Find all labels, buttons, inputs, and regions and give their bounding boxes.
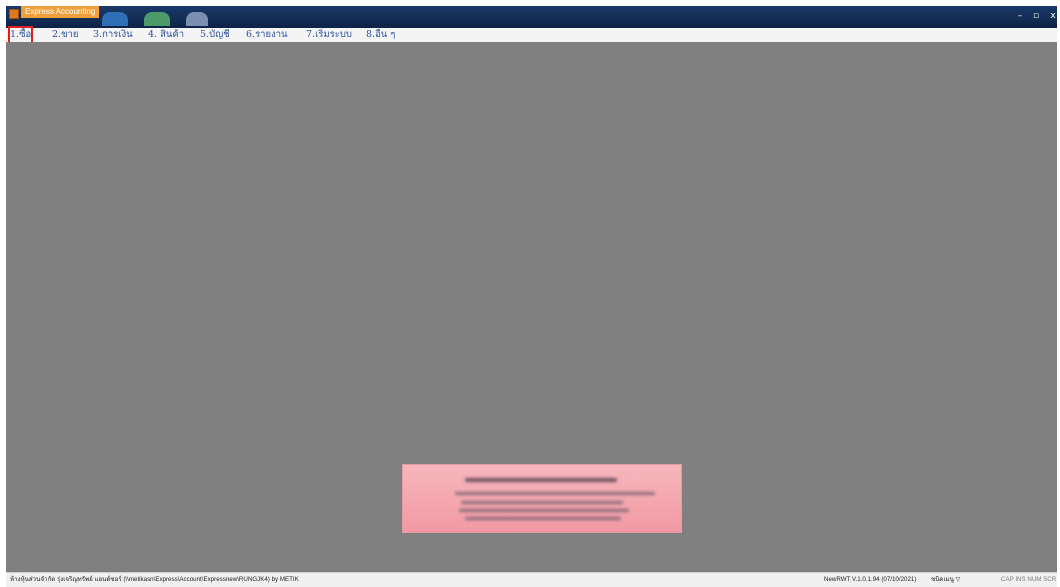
blurred-text-line: [455, 492, 655, 495]
taskbar-blur-2: [144, 12, 170, 26]
status-company: ห้างหุ้นส่วนจำกัด รุ่งเจริญทรัพย์ แอนด์ซ…: [10, 576, 299, 583]
taskbar-blur-1: [102, 12, 128, 26]
menu-item-purchase[interactable]: 1.ซื้อ: [7, 26, 34, 44]
workspace-area: [6, 42, 1057, 572]
status-keys: CAP INS NUM SCR: [1001, 576, 1057, 583]
menu-item-accounts[interactable]: 5.บัญชี: [200, 28, 230, 42]
blurred-text-line: [465, 517, 621, 520]
taskbar-blur-3: [186, 12, 208, 26]
menu-item-finance[interactable]: 3.การเงิน: [93, 28, 133, 42]
menu-item-setup[interactable]: 7.เริ่มระบบ: [306, 28, 352, 42]
menu-item-sales[interactable]: 2.ขาย: [52, 28, 78, 42]
menu-bar: 1.ซื้อ 2.ขาย 3.การเงิน 4. สินค้า 5.บัญชี…: [6, 26, 1057, 44]
menu-item-products[interactable]: 4. สินค้า: [148, 28, 184, 42]
close-button[interactable]: x: [1043, 10, 1060, 22]
status-language[interactable]: ชนิดเมนู ▽: [931, 573, 960, 587]
status-bar: ห้างหุ้นส่วนจำกัด รุ่งเจริญทรัพย์ แอนด์ซ…: [6, 572, 1057, 587]
app-window: Express Accounting – ▫ x 1.ซื้อ 2.ขาย 3.…: [0, 0, 1060, 587]
blurred-text-line: [459, 509, 629, 512]
menu-item-reports[interactable]: 6.รายงาน: [246, 28, 288, 42]
blurred-text-line: [465, 478, 617, 482]
app-icon: [9, 9, 19, 19]
window-title: Express Accounting: [21, 6, 100, 18]
blurred-text-line: [461, 501, 623, 504]
status-version: NewRWT V.1.0.1.94 (07/10/2021): [824, 576, 917, 583]
blurred-notice-box: [402, 464, 682, 533]
menu-item-others[interactable]: 8.อื่น ๆ: [366, 28, 395, 42]
title-bar[interactable]: Express Accounting – ▫ x: [6, 6, 1057, 28]
